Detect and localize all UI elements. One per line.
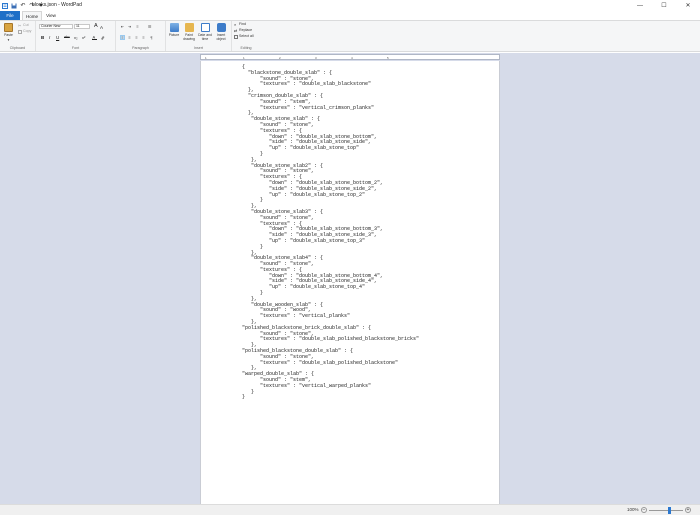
date-time-button[interactable]: Date and time	[198, 23, 212, 41]
window-controls: — ☐ ✕	[628, 0, 700, 11]
ribbon: Paste ▾ ✂ Cut Copy Clipboard Courier New…	[0, 20, 700, 52]
ruler-tick: 4	[351, 56, 353, 60]
picture-button[interactable]: Picture	[168, 23, 180, 37]
document-page[interactable]: { "blackstone_double_slab" : { "sound" :…	[200, 61, 500, 504]
tab-file[interactable]: File	[0, 11, 20, 20]
wordpad-icon	[2, 2, 8, 9]
calendar-icon	[200, 23, 210, 32]
ruler: 1 1 2 3 4 5	[0, 53, 700, 61]
shrink-font-button[interactable]: A	[100, 25, 103, 30]
copy-icon	[18, 29, 22, 34]
ruler-tick: 5	[387, 56, 389, 60]
font-family-select[interactable]: Courier New	[39, 24, 73, 29]
font-group: Courier New 11 A A B I U abc x₂ x² A Fon…	[36, 21, 116, 51]
undo-icon[interactable]: ↶	[20, 3, 26, 9]
object-icon	[216, 23, 226, 32]
justify-icon[interactable]: ≡	[141, 35, 146, 40]
subscript-button[interactable]: x₂	[74, 35, 78, 40]
highlight-color-icon[interactable]	[100, 35, 105, 40]
font-size-select[interactable]: 11	[74, 24, 90, 29]
tab-view[interactable]: View	[44, 11, 58, 20]
replace-icon: ⇄	[234, 27, 238, 33]
paragraph-group-label: Paragraph	[132, 46, 149, 50]
window-title: blocks.json - WordPad	[32, 2, 82, 8]
zoom-out-button[interactable]: −	[641, 507, 647, 513]
ruler-tick: 3	[315, 56, 317, 60]
zoom-in-button[interactable]: +	[685, 507, 691, 513]
paste-button[interactable]: Paste ▾	[4, 23, 13, 42]
paragraph-settings-icon[interactable]: ¶	[149, 35, 154, 40]
bold-button[interactable]: B	[41, 35, 44, 40]
align-center-icon[interactable]: ≡	[127, 35, 132, 40]
editing-group-label: Editing	[240, 46, 252, 50]
italic-button[interactable]: I	[49, 35, 50, 40]
save-icon[interactable]	[11, 3, 17, 9]
copy-button[interactable]: Copy	[18, 29, 31, 34]
cut-button[interactable]: ✂ Cut	[18, 23, 29, 28]
ruler-tick: 1	[243, 56, 245, 60]
paint-drawing-button[interactable]: Paint drawing	[182, 23, 196, 41]
paste-dropdown-icon: ▾	[7, 38, 10, 42]
document-text[interactable]: { "blackstone_double_slab" : { "sound" :…	[242, 64, 419, 401]
align-left-icon[interactable]: ≡	[120, 35, 125, 40]
paste-icon	[4, 23, 13, 32]
clipboard-group-label: Clipboard	[9, 46, 26, 50]
insert-group: Picture Paint drawing Date and time Inse…	[166, 21, 232, 51]
line-spacing-icon[interactable]: ☰	[147, 24, 152, 29]
clipboard-group: Paste ▾ ✂ Cut Copy Clipboard	[0, 21, 36, 51]
title-bar: ↶ ↷ ▾ blocks.json - WordPad — ☐ ✕	[0, 0, 700, 11]
binoculars-icon: ⌕	[234, 21, 237, 27]
document-workspace: { "blackstone_double_slab" : { "sound" :…	[0, 61, 700, 504]
close-button[interactable]: ✕	[676, 0, 700, 11]
tab-home[interactable]: Home	[22, 11, 42, 20]
ruler-tick: 1	[205, 56, 207, 60]
align-right-icon[interactable]: ≡	[134, 35, 139, 40]
minimize-button[interactable]: —	[628, 0, 652, 11]
maximize-button[interactable]: ☐	[652, 0, 676, 11]
replace-button[interactable]: ⇄ Replace	[234, 28, 252, 33]
bullets-icon[interactable]: ≡	[135, 24, 140, 29]
decrease-indent-icon[interactable]: ⇤	[120, 24, 125, 29]
zoom-slider[interactable]	[649, 510, 683, 511]
underline-button[interactable]: U	[56, 35, 59, 40]
zoom-slider-thumb[interactable]	[667, 507, 671, 514]
paragraph-group: ⇤ ⇥ ≡ ☰ ≡ ≡ ≡ ≡ ¶ Paragraph	[116, 21, 166, 51]
increase-indent-icon[interactable]: ⇥	[127, 24, 132, 29]
picture-icon	[169, 23, 179, 32]
select-all-icon	[234, 34, 238, 39]
status-bar: 100% − +	[0, 504, 700, 515]
font-group-label: Font	[71, 46, 80, 50]
zoom-level: 100%	[627, 507, 639, 512]
strikethrough-button[interactable]: abc	[64, 35, 70, 40]
paint-brush-icon	[184, 23, 194, 32]
grow-font-button[interactable]: A	[94, 23, 98, 29]
editing-group: ⌕ Find ⇄ Replace Select all Editing	[232, 21, 260, 51]
superscript-button[interactable]: x²	[82, 35, 85, 40]
find-button[interactable]: ⌕ Find	[234, 22, 246, 27]
ribbon-tabs: File Home View	[0, 11, 700, 20]
ruler-strip[interactable]: 1 1 2 3 4 5	[200, 54, 500, 60]
text-color-icon[interactable]: A	[92, 35, 97, 40]
ruler-tick: 2	[279, 56, 281, 60]
select-all-button[interactable]: Select all	[234, 34, 254, 39]
scissors-icon: ✂	[18, 22, 22, 28]
insert-object-button[interactable]: Insert object	[214, 23, 228, 41]
svg-text:A: A	[93, 35, 96, 40]
insert-group-label: Insert	[194, 46, 203, 50]
